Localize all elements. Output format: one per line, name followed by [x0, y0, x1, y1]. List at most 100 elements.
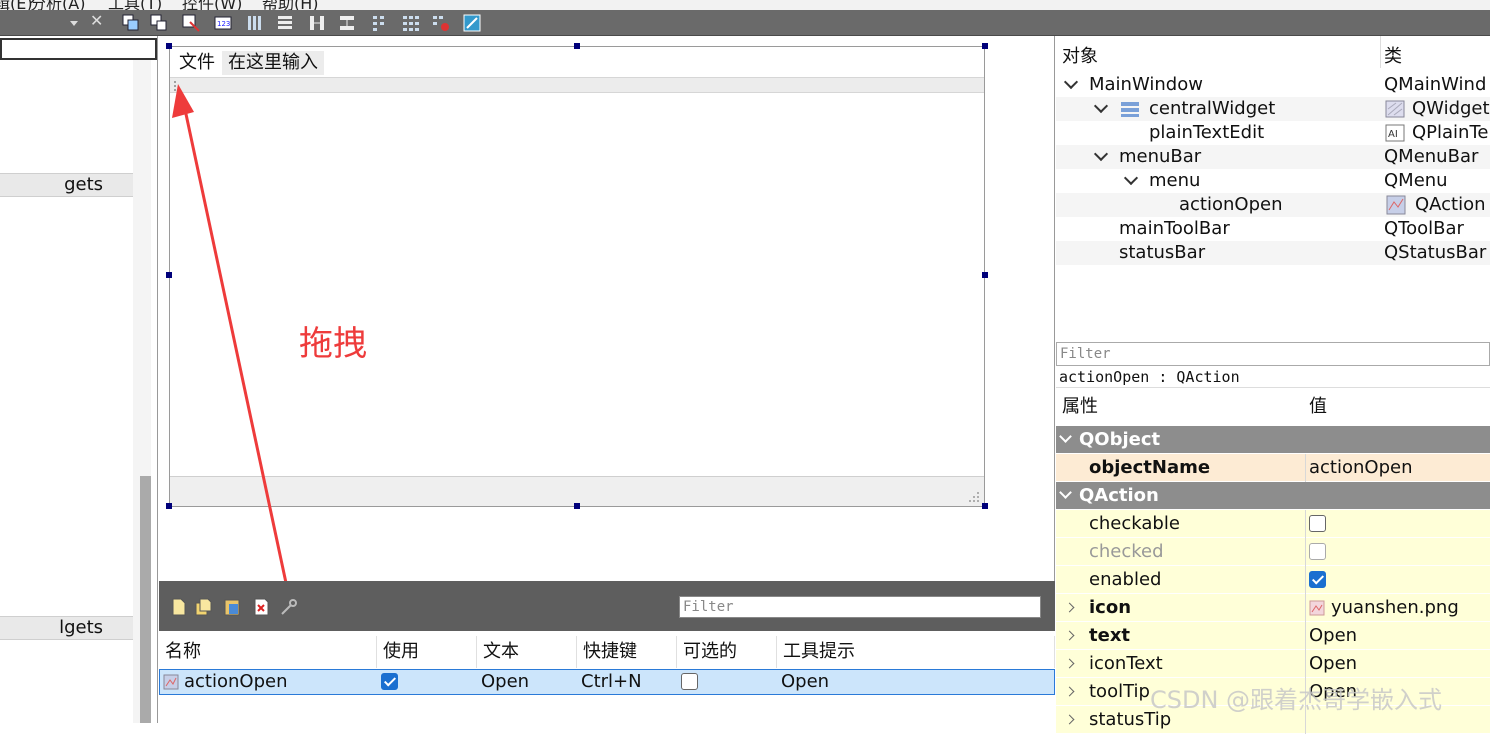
layout-form-icon[interactable] [370, 14, 388, 32]
resize-handle[interactable] [982, 272, 988, 278]
resize-handle[interactable] [166, 272, 172, 278]
form-central-widget[interactable] [170, 93, 984, 476]
tree-row-actionopen[interactable]: actionOpen QAction [1056, 193, 1490, 217]
scrollbar-thumb[interactable] [140, 476, 151, 723]
menu-help[interactable]: 帮助(H) [262, 0, 319, 10]
layout-splitter-h-icon[interactable] [308, 14, 326, 32]
property-value[interactable]: Open [1309, 650, 1357, 678]
table-row[interactable]: actionOpen Open Ctrl+N Open [159, 669, 1055, 695]
used-checkbox[interactable] [381, 673, 398, 690]
action-icon [163, 674, 179, 690]
chevron-down-icon [1123, 170, 1139, 186]
column-header-object[interactable]: 对象 [1062, 42, 1098, 68]
column-header-property[interactable]: 属性 [1062, 388, 1098, 426]
column-header-class[interactable]: 类 [1384, 42, 1402, 68]
enabled-checkbox[interactable] [1309, 571, 1326, 588]
property-value[interactable]: Open [1309, 622, 1357, 650]
edit-buddies-icon[interactable] [182, 14, 200, 32]
layout-grid-icon[interactable] [402, 14, 420, 32]
edit-tab-order-icon[interactable]: 123 [214, 14, 232, 32]
column-header-value[interactable]: 值 [1309, 388, 1327, 426]
form-statusbar[interactable] [170, 476, 984, 506]
copy-action-icon[interactable] [194, 597, 214, 617]
layout-splitter-v-icon[interactable] [338, 14, 356, 32]
property-filter-input[interactable]: Filter [1056, 342, 1490, 366]
action-text-cell[interactable]: Open [477, 670, 529, 694]
property-row-icontext[interactable]: iconText Open [1056, 650, 1490, 678]
property-row-text[interactable]: text Open [1056, 622, 1490, 650]
menu-edit[interactable]: 辑(E) [0, 0, 33, 10]
property-row-objectname[interactable]: objectName actionOpen [1056, 454, 1490, 482]
property-row-icon[interactable]: icon yuanshen.png [1056, 594, 1490, 622]
resize-handle[interactable] [166, 503, 172, 509]
property-group-qobject[interactable]: QObject [1056, 426, 1490, 454]
delete-action-icon[interactable] [251, 597, 271, 617]
checkable-checkbox[interactable] [681, 673, 698, 690]
checked-checkbox[interactable] [1309, 543, 1326, 560]
menu-analyze[interactable]: 分析(A) [30, 0, 85, 10]
layout-horizontal-icon[interactable] [246, 14, 264, 32]
action-name-cell[interactable]: actionOpen [180, 670, 287, 694]
action-shortcut-cell[interactable]: Ctrl+N [577, 670, 642, 694]
menu-tools[interactable]: 工具(T) [108, 0, 162, 10]
widget-section-header[interactable]: lgets [0, 616, 133, 640]
column-header-shortcut[interactable]: 快捷键 [577, 636, 677, 668]
chevron-down-icon [70, 21, 78, 26]
layout-vertical-icon [1121, 102, 1139, 117]
close-icon[interactable]: ✕ [90, 11, 103, 30]
adjust-size-icon[interactable] [463, 14, 481, 32]
new-action-icon[interactable] [169, 597, 189, 617]
column-header-text[interactable]: 文本 [477, 636, 577, 668]
property-row-checked[interactable]: checked [1056, 538, 1490, 566]
resize-handle[interactable] [574, 43, 580, 49]
widget-section-header[interactable]: gets [0, 173, 133, 197]
widget-filter-input[interactable] [0, 38, 157, 60]
form-menu-file[interactable]: 文件 [173, 51, 221, 75]
edit-signals-icon[interactable] [150, 14, 168, 32]
property-row-checkable[interactable]: checkable [1056, 510, 1490, 538]
tree-row-statusbar[interactable]: statusBar QStatusBar [1056, 241, 1490, 265]
resize-handle[interactable] [982, 43, 988, 49]
property-name: toolTip [1089, 681, 1150, 702]
break-layout-icon[interactable] [432, 14, 450, 32]
column-header-name[interactable]: 名称 [159, 636, 377, 668]
action-table-header: 名称 使用 文本 快捷键 可选的 工具提示 [159, 636, 1055, 668]
property-group-qaction[interactable]: QAction [1056, 482, 1490, 510]
column-header-tooltip[interactable]: 工具提示 [777, 636, 1055, 668]
tree-row-menubar[interactable]: menuBar QMenuBar [1056, 145, 1490, 169]
tree-row-mainwindow[interactable]: MainWindow QMainWind [1056, 73, 1490, 97]
resize-handle[interactable] [574, 503, 580, 509]
designer-canvas[interactable]: 文件 在这里输入 拖拽 [159, 36, 1055, 581]
action-filter-input[interactable]: Filter [679, 596, 1041, 618]
paste-action-icon[interactable] [222, 597, 242, 617]
property-row-enabled[interactable]: enabled [1056, 566, 1490, 594]
tree-row-menu[interactable]: menu QMenu [1056, 169, 1490, 193]
configure-icon[interactable] [279, 597, 299, 617]
column-header-checkable[interactable]: 可选的 [677, 636, 777, 668]
toolbar-combo[interactable] [0, 13, 86, 33]
chevron-right-icon[interactable] [1064, 630, 1075, 641]
property-value[interactable]: actionOpen [1309, 454, 1412, 482]
chevron-right-icon[interactable] [1064, 658, 1075, 669]
resize-handle[interactable] [982, 503, 988, 509]
tree-item-class: QStatusBar [1384, 242, 1487, 263]
form-toolbar[interactable] [170, 77, 984, 93]
edit-widgets-icon[interactable] [122, 14, 140, 32]
form-menubar[interactable]: 文件 在这里输入 [170, 47, 984, 77]
chevron-down-icon [1093, 146, 1109, 162]
chevron-right-icon[interactable] [1064, 602, 1075, 613]
property-value[interactable]: yuanshen.png [1331, 594, 1459, 622]
form-menu-type-here[interactable]: 在这里输入 [222, 51, 324, 75]
action-tooltip-cell[interactable]: Open [777, 670, 829, 694]
column-divider [1305, 538, 1306, 566]
tree-row-centralwidget[interactable]: centralWidget QWidget [1056, 97, 1490, 121]
tree-row-maintoolbar[interactable]: mainToolBar QToolBar [1056, 217, 1490, 241]
layout-vertical-icon[interactable] [276, 14, 294, 32]
chevron-right-icon[interactable] [1064, 686, 1075, 697]
form-mainwindow[interactable]: 文件 在这里输入 [169, 46, 985, 507]
tree-row-plaintextedit[interactable]: plainTextEdit AI QPlainTe [1056, 121, 1490, 145]
resize-handle[interactable] [166, 43, 172, 49]
menu-widgets[interactable]: 控件(W) [182, 0, 242, 10]
column-header-used[interactable]: 使用 [377, 636, 477, 668]
checkable-checkbox[interactable] [1309, 515, 1326, 532]
